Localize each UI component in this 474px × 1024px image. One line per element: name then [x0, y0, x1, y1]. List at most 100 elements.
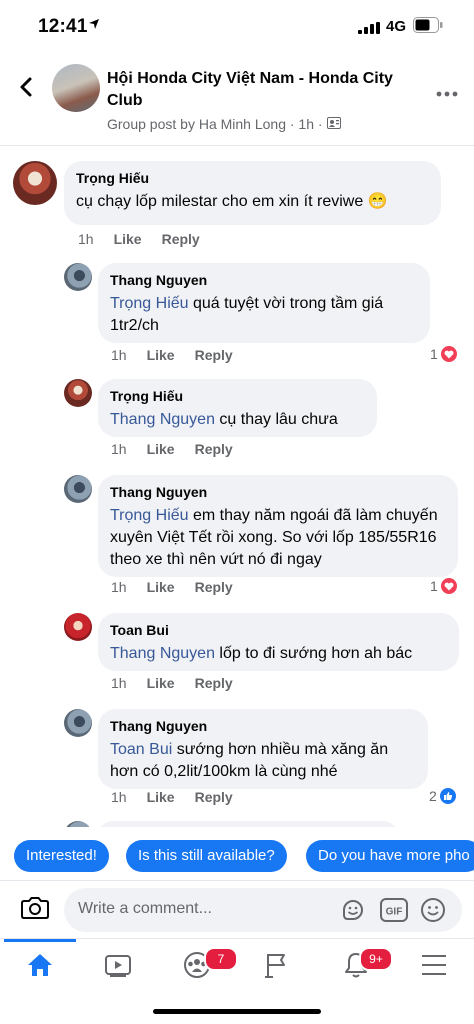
mention-link[interactable]: Thang Nguyen — [110, 411, 215, 428]
comment-bubble[interactable] — [98, 821, 398, 827]
tab-pages[interactable] — [256, 947, 296, 987]
group-privacy-icon — [326, 116, 341, 132]
quick-reply-chip[interactable]: Is this still available? — [126, 840, 287, 872]
mention-link[interactable]: Trọng Hiếu — [110, 507, 189, 524]
comment-text: Trọng Hiếu quá tuyệt vời trong tầm giá 1… — [110, 293, 418, 337]
tab-notifications[interactable]: 9+ — [336, 946, 393, 987]
comment-bubble[interactable]: Thang Nguyen Trọng Hiếu em thay năm ngoá… — [98, 475, 458, 577]
svg-text:GIF: GIF — [386, 907, 403, 918]
tab-menu[interactable] — [414, 947, 454, 987]
group-avatar[interactable] — [52, 64, 100, 112]
comment-time: 1h — [111, 441, 127, 457]
reply-button[interactable]: Reply — [195, 347, 233, 363]
camera-icon[interactable] — [20, 895, 50, 926]
groups-icon: 7 — [182, 946, 238, 984]
heart-icon — [439, 577, 458, 595]
comment: Thang Nguyen Toan Bui sướng hơn nhiều mà… — [0, 703, 474, 819]
comment-bubble[interactable]: Toan Bui Thang Nguyen lốp to đi sướng hơ… — [98, 613, 459, 671]
home-indicator[interactable] — [153, 1009, 321, 1014]
comment-actions: 1h Like Reply — [111, 675, 233, 691]
heart-icon — [439, 345, 458, 363]
comment-text: Thang Nguyen lốp to đi sướng hơn ah bác — [110, 643, 447, 665]
notification-badge: 7 — [204, 946, 238, 971]
comment-placeholder: Write a comment... — [78, 900, 212, 917]
reaction-summary[interactable]: 2 — [429, 787, 457, 805]
avatar[interactable] — [13, 161, 57, 205]
comment-text: cụ chạy lốp milestar cho em xin ít reviw… — [76, 193, 388, 210]
comment-bubble[interactable]: Trọng Hiếu Thang Nguyen cụ thay lâu chưa — [98, 379, 377, 437]
comment: Thang Nguyen Trọng Hiếu quá tuyệt vời tr… — [0, 257, 474, 373]
comment-author[interactable]: Thang Nguyen — [110, 483, 446, 501]
quick-reply-chip[interactable]: Do you have more pho — [306, 840, 474, 872]
avatar[interactable] — [64, 709, 92, 737]
comment-author[interactable]: Thang Nguyen — [110, 271, 418, 289]
comment-bubble[interactable]: Thang Nguyen Trọng Hiếu quá tuyệt vời tr… — [98, 263, 430, 343]
like-button[interactable]: Like — [147, 347, 175, 363]
comment-author[interactable]: Toan Bui — [110, 621, 447, 639]
status-time: 12:41 — [38, 16, 88, 37]
thumbs-up-icon — [438, 787, 457, 805]
quick-reply-chip[interactable]: Interested! — [14, 840, 109, 872]
reply-button[interactable]: Reply — [195, 675, 233, 691]
watch-icon — [104, 952, 132, 983]
comment-time: 1h — [111, 789, 127, 805]
back-arrow-icon[interactable] — [14, 74, 40, 100]
quick-reply-bar: Interested! Is this still available? Do … — [0, 834, 474, 880]
reply-button[interactable]: Reply — [162, 231, 200, 247]
comment-author[interactable]: Trọng Hiếu — [76, 169, 429, 187]
reaction-count: 2 — [429, 788, 437, 804]
comment-time: 1h — [78, 231, 94, 247]
comment: Trọng Hiếu cụ chạy lốp milestar cho em x… — [0, 147, 474, 257]
mention-link[interactable]: Thang Nguyen — [110, 645, 215, 662]
comment-text: Thang Nguyen cụ thay lâu chưa — [110, 409, 365, 431]
active-tab-indicator — [4, 939, 76, 942]
comment-input[interactable]: Write a comment... GIF — [64, 888, 462, 932]
cellular-signal-icon — [358, 21, 380, 39]
like-button[interactable]: Like — [147, 675, 175, 691]
avatar[interactable] — [64, 613, 92, 641]
sticker-icon[interactable] — [340, 897, 366, 928]
avatar[interactable] — [64, 821, 92, 827]
tab-groups[interactable]: 7 — [177, 946, 238, 987]
more-options-icon[interactable] — [436, 84, 458, 102]
avatar[interactable] — [64, 475, 92, 503]
like-button[interactable]: Like — [114, 231, 142, 247]
group-name[interactable]: Hội Honda City Việt Nam - Honda City Clu… — [107, 68, 417, 112]
mention-link[interactable]: Toan Bui — [110, 741, 172, 758]
reaction-count: 1 — [430, 346, 438, 362]
comment-actions: 1h Like Reply — [111, 347, 233, 363]
reaction-count: 1 — [430, 578, 438, 594]
comment-composer: Write a comment... GIF — [0, 880, 474, 938]
tab-watch[interactable] — [98, 947, 138, 987]
tab-home[interactable] — [20, 947, 60, 987]
gif-icon[interactable]: GIF — [380, 898, 408, 927]
home-icon — [26, 952, 54, 983]
network-type: 4G — [386, 18, 407, 35]
avatar[interactable] — [64, 379, 92, 407]
reply-button[interactable]: Reply — [195, 789, 233, 805]
comment-time: 1h — [111, 675, 127, 691]
notification-badge: 9+ — [359, 946, 393, 971]
location-arrow-icon — [88, 17, 100, 35]
comment-time: 1h — [111, 347, 127, 363]
reaction-summary[interactable]: 1 — [430, 577, 458, 595]
comment-bubble[interactable]: Trọng Hiếu cụ chạy lốp milestar cho em x… — [64, 161, 441, 225]
reaction-summary[interactable]: 1 — [430, 345, 458, 363]
emoji-icon[interactable] — [420, 897, 446, 928]
comment: Trọng Hiếu Thang Nguyen cụ thay lâu chưa… — [0, 373, 474, 469]
comment-bubble[interactable]: Thang Nguyen Toan Bui sướng hơn nhiều mà… — [98, 709, 428, 789]
comment-actions: 1h Like Reply — [111, 441, 233, 457]
comment-author[interactable]: Trọng Hiếu — [110, 387, 365, 405]
like-button[interactable]: Like — [147, 789, 175, 805]
post-header: Hội Honda City Việt Nam - Honda City Clu… — [0, 54, 474, 146]
avatar[interactable] — [64, 263, 92, 291]
reply-button[interactable]: Reply — [195, 441, 233, 457]
post-meta: Group post by Ha Minh Long · 1h · — [107, 116, 323, 132]
like-button[interactable]: Like — [147, 579, 175, 595]
post-subtitle: Group post by Ha Minh Long · 1h · — [107, 116, 341, 132]
mention-link[interactable]: Trọng Hiếu — [110, 295, 189, 312]
reply-button[interactable]: Reply — [195, 579, 233, 595]
comment-author[interactable]: Thang Nguyen — [110, 717, 416, 735]
comment-time: 1h — [111, 579, 127, 595]
like-button[interactable]: Like — [147, 441, 175, 457]
